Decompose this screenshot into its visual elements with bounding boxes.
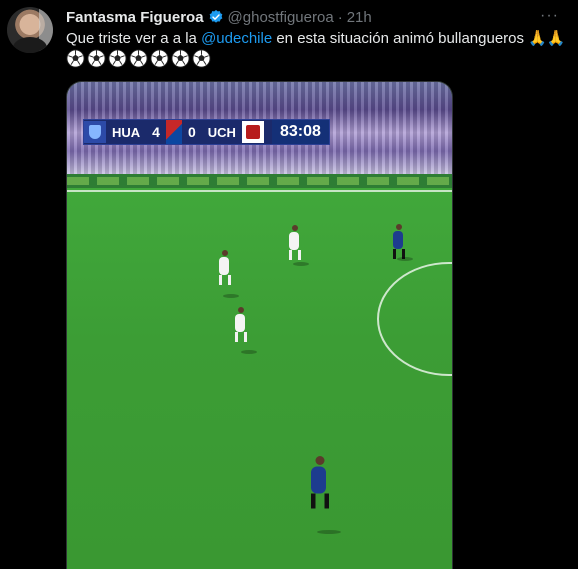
home-team-score: 4 [152, 124, 160, 140]
player-white-2 [289, 225, 301, 260]
author-name[interactable]: Fantasma Figueroa [66, 9, 204, 26]
score-divider [165, 120, 182, 144]
player-white-1 [219, 250, 231, 285]
player-blue-2 [311, 456, 329, 509]
tweet-media-image[interactable]: HUA 4 0 UCH 83:08 [66, 81, 453, 569]
tv-scorebug: HUA 4 0 UCH 83:08 [83, 119, 330, 145]
home-team-code: HUA [112, 124, 141, 140]
away-team-code: UCH [207, 124, 236, 140]
tweet-text: Que triste ver a a la @udechile en esta … [66, 29, 566, 49]
player-shadow [241, 350, 257, 354]
tweet[interactable]: Fantasma Figueroa @ghostfigueroa · 21h ·… [0, 0, 578, 569]
author-handle[interactable]: @ghostfigueroa [228, 9, 334, 26]
soccer-ball-icon [87, 49, 106, 68]
tweet-header: Fantasma Figueroa @ghostfigueroa · 21h [66, 7, 372, 27]
player-shadow [293, 262, 309, 266]
player-white-3 [235, 307, 247, 342]
more-options-icon[interactable]: ··· [540, 7, 559, 25]
soccer-ball-icon [192, 49, 211, 68]
author-avatar[interactable] [7, 7, 53, 53]
player-blue-1 [393, 224, 405, 259]
soccer-ball-icon [150, 49, 169, 68]
mention-link[interactable]: @udechile [201, 30, 272, 47]
tweet-text-start: Que triste ver a a la [66, 30, 202, 47]
tweet-timestamp[interactable]: 21h [347, 9, 372, 26]
player-shadow [317, 530, 341, 534]
home-team-crest-icon [84, 121, 106, 143]
tweet-text-end: en esta situación animó bullangueros 🙏🙏 [272, 30, 566, 47]
separator-dot: · [337, 8, 343, 26]
soccer-ball-emoji-row [66, 49, 211, 68]
pitch-line [67, 190, 452, 192]
soccer-ball-icon [171, 49, 190, 68]
away-team-crest-icon [241, 121, 264, 143]
soccer-ball-icon [129, 49, 148, 68]
verified-badge-icon [209, 10, 222, 23]
match-clock: 83:08 [271, 120, 329, 144]
soccer-ball-icon [108, 49, 127, 68]
away-team-score: 0 [187, 124, 196, 140]
advertising-board [67, 174, 452, 188]
player-shadow [223, 294, 239, 298]
player-shadow [397, 257, 413, 261]
soccer-ball-icon [66, 49, 85, 68]
